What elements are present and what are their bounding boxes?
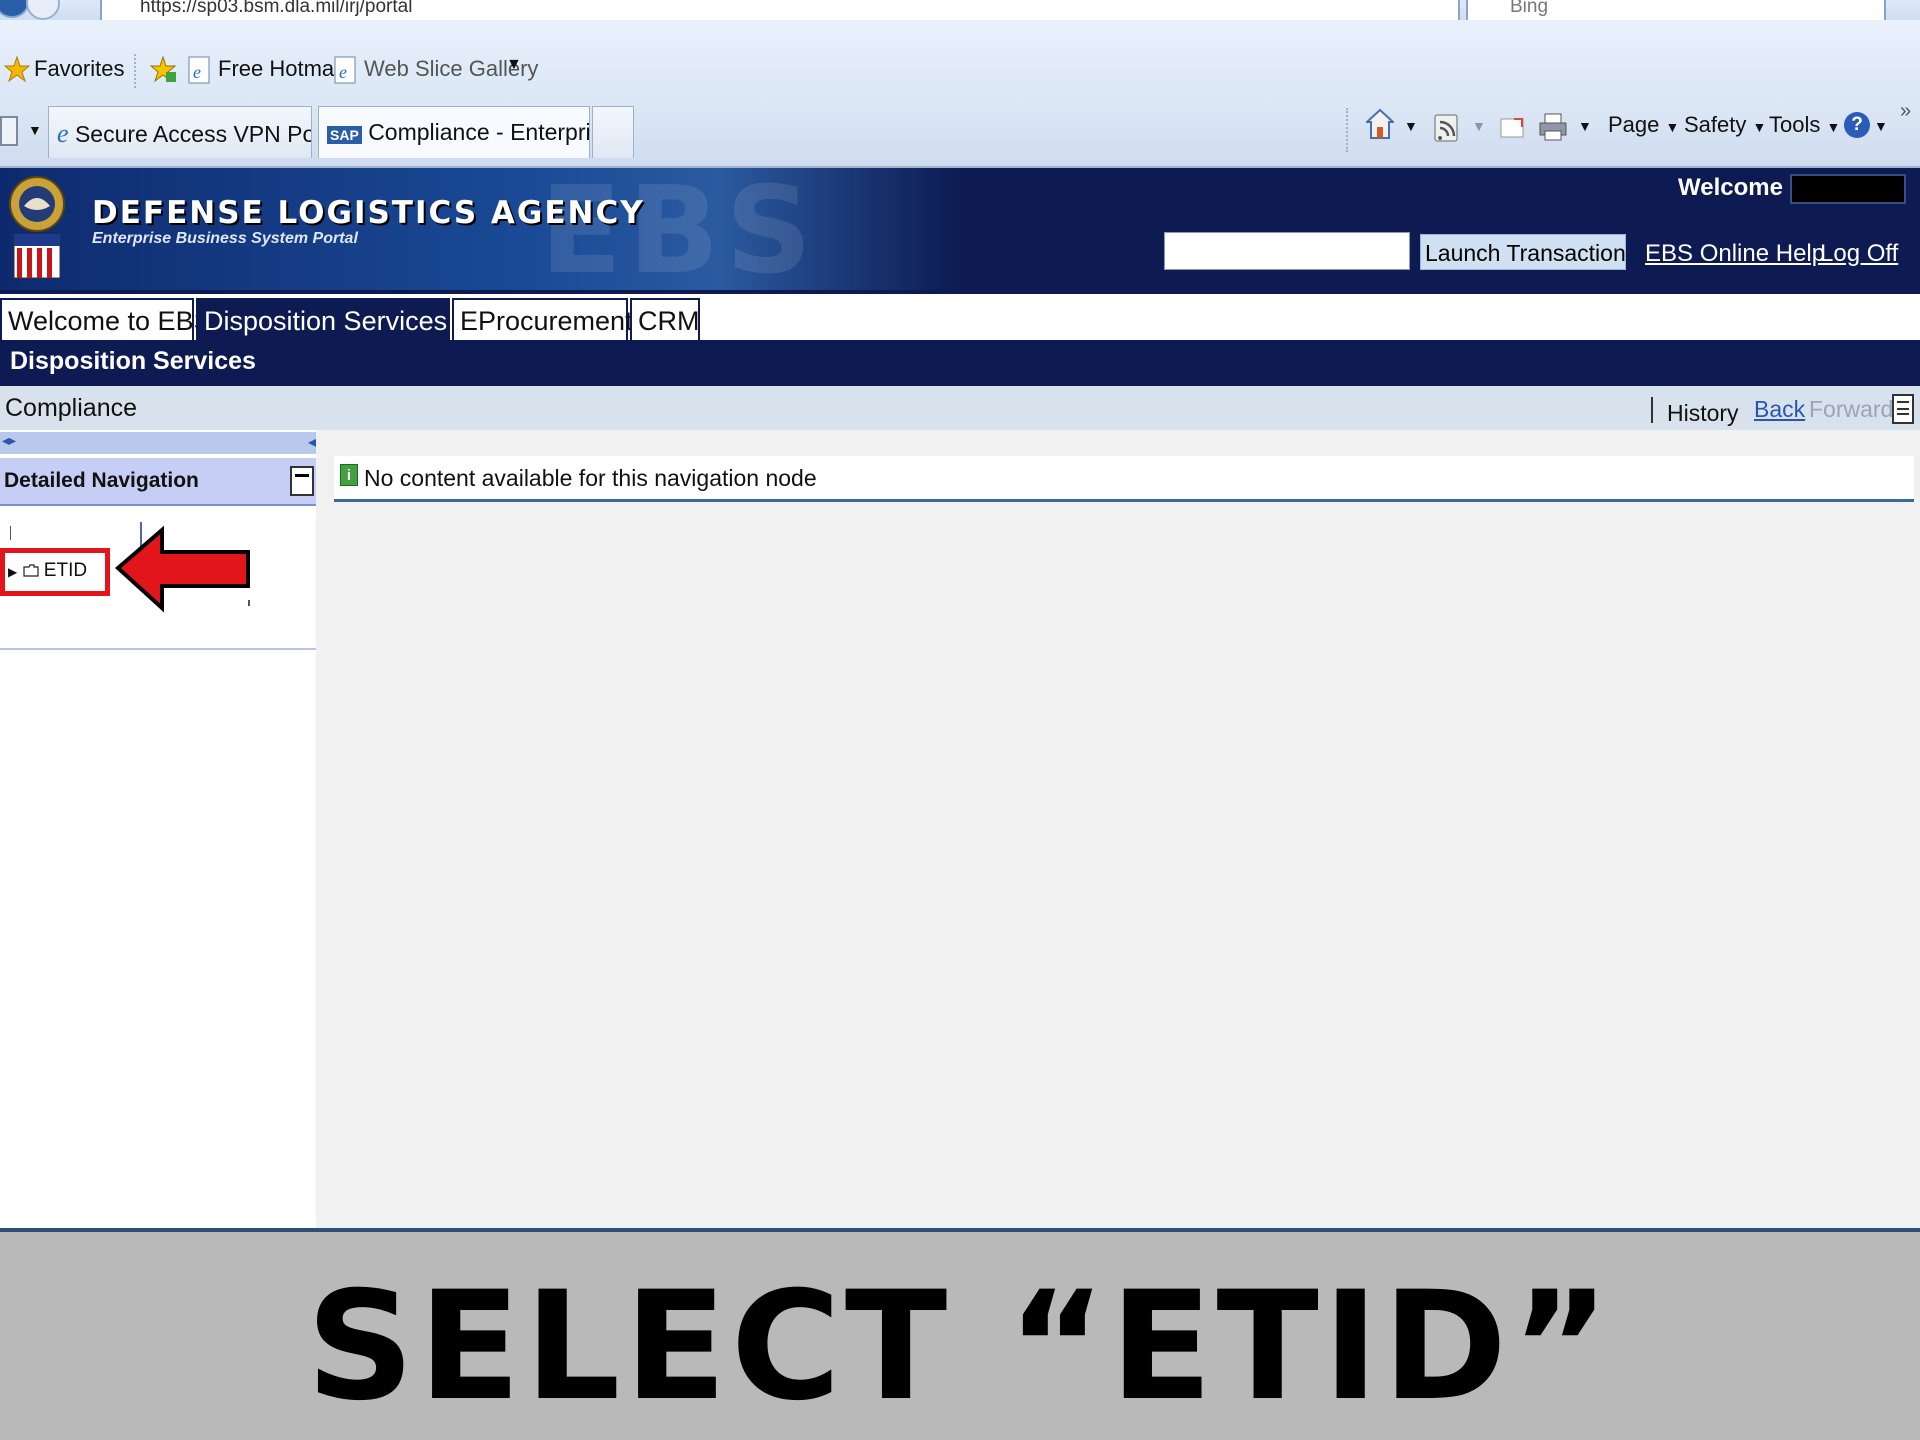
tools-menu[interactable]: Tools ▼ (1769, 112, 1840, 138)
subnav-item-disposition-services[interactable]: Disposition Services (10, 347, 256, 376)
launch-transaction-button[interactable]: Launch Transaction (1420, 234, 1626, 270)
nav-panel-handle[interactable]: ◂▸ ◂ (0, 432, 316, 454)
dla-seal-icon (9, 176, 65, 279)
svg-text:e: e (193, 62, 201, 82)
back-link[interactable]: Back (1754, 396, 1805, 423)
expand-panel-icon[interactable]: ◂▸ (2, 432, 16, 449)
address-bar[interactable]: https://sp03.bsm.dla.mil/irj/portal (100, 0, 1460, 22)
quick-tabs-icon[interactable] (0, 116, 18, 146)
user-name-redacted (1790, 174, 1906, 204)
sap-logo-icon: SAP (327, 126, 362, 144)
highlight-box (0, 548, 110, 596)
history-divider (1651, 397, 1653, 423)
toolbar-overflow-icon[interactable]: » (1900, 100, 1911, 123)
tree-line (10, 526, 11, 540)
page-menu[interactable]: Page ▼ (1608, 112, 1679, 138)
caption-text: SELECT “ETID” (306, 1260, 1614, 1434)
add-favorite-icon[interactable] (150, 56, 178, 84)
safety-menu[interactable]: Safety ▼ (1684, 112, 1766, 138)
browser-tab-compliance[interactable]: SAP Compliance - Enterpris... X (318, 106, 590, 158)
ebs-online-help-link[interactable]: EBS Online Help (1645, 240, 1825, 268)
tab-disposition-services[interactable]: Disposition Services (196, 298, 450, 340)
history-link[interactable]: History (1667, 400, 1739, 427)
new-tab-button[interactable] (592, 106, 634, 158)
subnav-bar (0, 340, 1920, 386)
chevron-down-icon[interactable]: ▼ (1404, 118, 1418, 134)
page-menu-icon[interactable] (1892, 394, 1914, 424)
log-off-link[interactable]: Log Off (1820, 240, 1898, 268)
transaction-input[interactable] (1164, 232, 1410, 270)
red-arrow-icon (114, 525, 250, 613)
chevron-down-icon: ▼ (1752, 119, 1767, 135)
chevron-down-icon[interactable]: ▼ (1578, 118, 1592, 134)
chevron-down-icon: ▼ (1665, 119, 1680, 135)
info-icon: i (340, 464, 358, 486)
agency-subtitle: Enterprise Business System Portal (92, 230, 358, 247)
welcome-label: Welcome (1678, 174, 1783, 201)
navigation-panel-body (0, 652, 316, 1230)
chevron-down-icon[interactable]: ▼ (28, 122, 42, 138)
toolbar-divider (1346, 108, 1348, 152)
print-icon[interactable] (1538, 112, 1568, 142)
ie-page-icon: e (188, 56, 210, 84)
tab-eprocurement[interactable]: EProcurement (452, 298, 633, 340)
forward-link: Forward (1809, 396, 1894, 422)
ie-page-icon: e (57, 119, 69, 148)
rss-feed-icon[interactable] (1434, 114, 1458, 142)
page-title-bar (0, 386, 1920, 430)
toolbar-divider (134, 54, 136, 88)
detailed-navigation-title: Detailed Navigation (4, 469, 199, 492)
content-area (316, 430, 1920, 1230)
tab-welcome-to-ebs[interactable]: Welcome to EBS (0, 298, 212, 340)
collapse-navigation-button[interactable] (290, 466, 314, 496)
browser-search-input[interactable]: Bing (1466, 0, 1886, 22)
read-mail-icon[interactable] (1500, 116, 1524, 140)
page-title: Compliance (5, 394, 138, 422)
help-icon[interactable]: ? (1844, 112, 1870, 138)
ie-page-icon: e (334, 56, 356, 84)
chevron-down-icon: ▼ (1826, 119, 1841, 135)
chevron-down-icon[interactable]: ▼ (1472, 118, 1486, 134)
favorites-button[interactable]: Favorites (34, 56, 124, 82)
agency-title: DEFENSE LOGISTICS AGENCY (92, 195, 645, 231)
chevron-down-icon[interactable]: ▼ (1874, 118, 1888, 134)
free-hotmail-link[interactable]: Free Hotmail (218, 56, 344, 82)
svg-text:e: e (339, 62, 347, 82)
tab-crm[interactable]: CRM (630, 298, 700, 340)
browser-tab-vpn-portal[interactable]: e Secure Access VPN Portal ... (48, 106, 312, 158)
collapse-panel-icon[interactable]: ◂ (308, 432, 316, 452)
home-icon[interactable] (1366, 108, 1394, 142)
chevron-down-icon[interactable]: ▼ (506, 56, 522, 74)
favorites-star-icon[interactable] (4, 56, 30, 82)
message-text: No content available for this navigation… (364, 465, 817, 491)
